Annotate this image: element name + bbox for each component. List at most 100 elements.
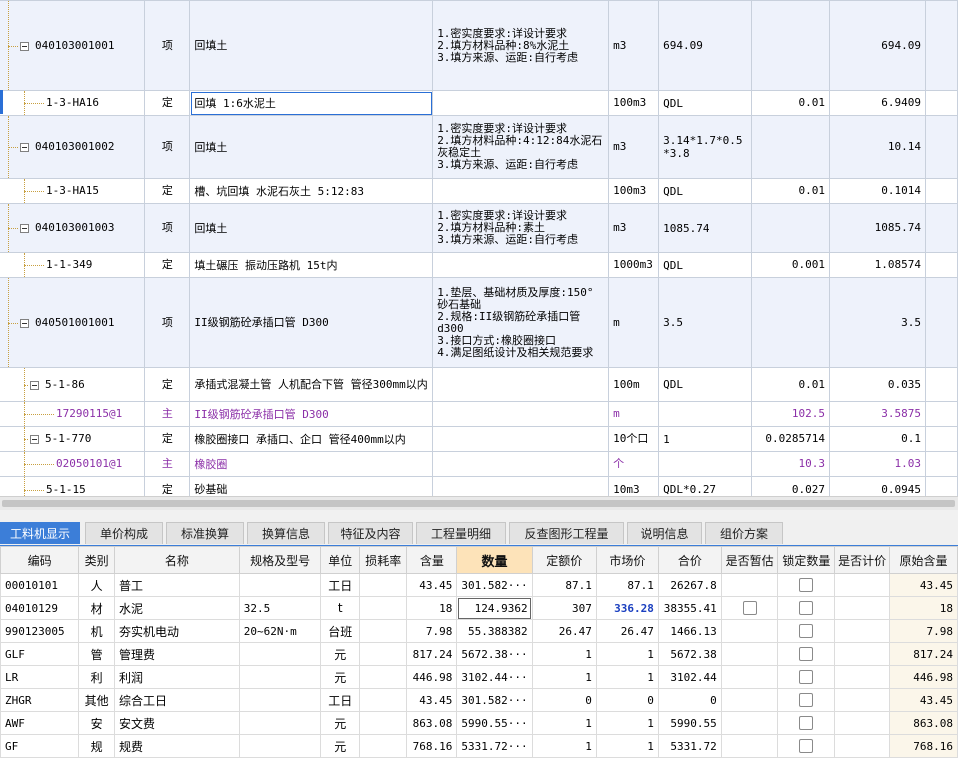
cell-unit[interactable]: 元 <box>320 711 360 735</box>
cell-total[interactable]: 5331.72 <box>657 734 722 758</box>
cell-extra[interactable] <box>924 426 958 452</box>
cell-name[interactable]: 普工 <box>114 573 240 597</box>
quota-row[interactable]: 5-1-86 定承插式混凝土管 人机配合下管 管径300mm以内 100m QDL 0.… <box>0 367 958 402</box>
bill-item-row[interactable]: 040103001003 项回填土 1.密实度要求:详设计要求 2.填方材料品种:素土… <box>0 203 958 253</box>
tab-description-info[interactable]: 说明信息 <box>627 522 702 544</box>
cell-market-price[interactable]: 26.47 <box>595 619 659 643</box>
cell-quantity[interactable]: 55.388382 <box>456 619 533 643</box>
cell-features[interactable] <box>432 451 610 477</box>
cell-total[interactable]: 1466.13 <box>657 619 722 643</box>
cell-name[interactable]: 规费 <box>114 734 240 758</box>
cell-category[interactable]: 定 <box>144 90 191 116</box>
cell-quantity-expression[interactable]: QDL <box>658 252 753 278</box>
cell-category[interactable]: 规 <box>78 734 116 758</box>
col-header-spec[interactable]: 规格及型号 <box>238 546 322 574</box>
cell-loss-rate[interactable] <box>358 596 408 620</box>
cell-category[interactable]: 项 <box>144 0 191 91</box>
cell-name[interactable]: II级钢筋砼承插口管 D300 <box>189 401 434 427</box>
cell-quantity[interactable]: 3102.44··· <box>456 665 533 689</box>
cell-quantity[interactable]: 124.9362 <box>456 596 533 620</box>
cell-spec[interactable] <box>238 573 322 597</box>
cell-quantity[interactable]: 0.0945 <box>829 476 926 496</box>
cell-quantity-expression[interactable]: QDL <box>658 367 753 402</box>
col-header-is-estimated[interactable]: 是否暂估 <box>720 546 779 574</box>
tab-conversion-info[interactable]: 换算信息 <box>247 522 325 544</box>
cell-original-content[interactable]: 18 <box>889 596 958 620</box>
cell-loss-rate[interactable] <box>358 734 408 758</box>
cell-lock-quantity[interactable] <box>777 711 836 735</box>
cell-content-coefficient[interactable] <box>751 115 830 179</box>
cell-is-estimated[interactable] <box>720 688 779 712</box>
cell-unit[interactable]: t <box>320 596 360 620</box>
cell-is-priced[interactable] <box>834 642 891 666</box>
cell-original-content[interactable]: 768.16 <box>889 734 958 758</box>
cell-content[interactable]: 863.08 <box>406 711 458 735</box>
cell-name[interactable]: 橡胶圈 <box>189 451 434 477</box>
cell-total[interactable]: 26267.8 <box>657 573 722 597</box>
cell-content-coefficient[interactable] <box>751 277 830 368</box>
col-header-loss-rate[interactable]: 损耗率 <box>358 546 408 574</box>
cell-name[interactable]: 槽、坑回填 水泥石灰土 5:12:83 <box>189 178 434 204</box>
collapse-toggle-icon[interactable] <box>20 143 29 152</box>
cell-content-coefficient[interactable]: 0.01 <box>751 367 830 402</box>
cell-original-content[interactable]: 43.45 <box>889 688 958 712</box>
checkbox[interactable] <box>799 693 814 707</box>
resource-row[interactable]: AWF 安安文费元 863.08 5990.55··· 1 1 5990.55 863.08 <box>0 711 958 735</box>
cell-spec[interactable] <box>238 688 322 712</box>
cell-quantity-expression[interactable]: 3.5 <box>658 277 753 368</box>
cell-unit[interactable]: 100m3 <box>608 178 660 204</box>
cell-unit[interactable]: m <box>608 401 660 427</box>
cell-quota-price[interactable]: 1 <box>531 711 597 735</box>
cell-features[interactable] <box>432 252 610 278</box>
collapse-toggle-icon[interactable] <box>20 224 29 233</box>
cell-extra[interactable] <box>924 115 958 179</box>
cell-unit[interactable]: 工日 <box>320 573 360 597</box>
cell-name[interactable]: 回填 1:6水泥土 <box>189 90 434 116</box>
cell-code[interactable]: 00010101 <box>0 573 80 597</box>
cell-quantity-expression[interactable]: 1085.74 <box>658 203 753 253</box>
cell-features[interactable] <box>432 426 610 452</box>
cell-extra[interactable] <box>924 252 958 278</box>
cell-unit[interactable]: 个 <box>608 451 660 477</box>
cell-features[interactable] <box>432 178 610 204</box>
cell-spec[interactable]: 32.5 <box>238 596 322 620</box>
cell-total[interactable]: 5990.55 <box>657 711 722 735</box>
cell-loss-rate[interactable] <box>358 665 408 689</box>
cell-unit[interactable]: 台班 <box>320 619 360 643</box>
checkbox[interactable] <box>799 601 814 615</box>
cell-unit[interactable]: 元 <box>320 642 360 666</box>
cell-content[interactable]: 43.45 <box>406 688 458 712</box>
cell-quantity[interactable]: 694.09 <box>829 0 926 91</box>
cell-is-priced[interactable] <box>834 619 891 643</box>
cell-code[interactable]: 040103001001 <box>0 0 146 91</box>
cell-code[interactable]: 990123005 <box>0 619 80 643</box>
cell-features[interactable]: 1.垫层、基础材质及厚度:150°砂石基础 2.规格:II级钢筋砼承插口管d300… <box>432 277 610 368</box>
cell-loss-rate[interactable] <box>358 688 408 712</box>
cell-features[interactable]: 1.密实度要求:详设计要求 2.填方材料品种:4:12:84水泥石灰稳定土 3.填方… <box>432 115 610 179</box>
cell-code[interactable]: AWF <box>0 711 80 735</box>
cell-quantity[interactable]: 301.582··· <box>456 688 533 712</box>
cell-name[interactable]: 填土碾压 振动压路机 15t内 <box>189 252 434 278</box>
cell-code[interactable]: 5-1-86 <box>0 367 146 402</box>
cell-unit[interactable]: 100m3 <box>608 90 660 116</box>
cell-code[interactable]: 02050101@1 <box>0 451 146 477</box>
cell-code[interactable]: LR <box>0 665 80 689</box>
cell-features[interactable]: 1.密实度要求:详设计要求 2.填方材料品种:素土 3.填方来源、运距:自行考虑 <box>432 203 610 253</box>
cell-quantity[interactable]: 0.1 <box>829 426 926 452</box>
cell-unit[interactable]: 10m3 <box>608 476 660 496</box>
panel-splitter[interactable] <box>0 510 958 520</box>
collapse-toggle-icon[interactable] <box>20 41 29 51</box>
cell-lock-quantity[interactable] <box>777 688 836 712</box>
cell-code[interactable]: 5-1-770 <box>0 426 146 452</box>
cell-original-content[interactable]: 43.45 <box>889 573 958 597</box>
cell-unit[interactable]: 100m <box>608 367 660 402</box>
cell-unit[interactable]: 元 <box>320 734 360 758</box>
resource-row[interactable]: 00010101 人普工 工日 43.45 301.582··· 87.1 87.1 2626… <box>0 573 958 597</box>
cell-quota-price[interactable]: 0 <box>531 688 597 712</box>
cell-features[interactable] <box>432 401 610 427</box>
bill-item-row[interactable]: 040103001001 项回填土 1.密实度要求:详设计要求 2.填方材料品种:8%… <box>0 0 958 91</box>
cell-name[interactable]: 安文费 <box>114 711 240 735</box>
cell-name[interactable]: 橡胶圈接口 承插口、企口 管径400mm以内 <box>189 426 434 452</box>
quota-row[interactable]: 1-3-HA16 定回填 1:6水泥土 100m3 QDL 0.01 6.9409 <box>0 90 958 116</box>
cell-market-price[interactable]: 0 <box>595 688 659 712</box>
